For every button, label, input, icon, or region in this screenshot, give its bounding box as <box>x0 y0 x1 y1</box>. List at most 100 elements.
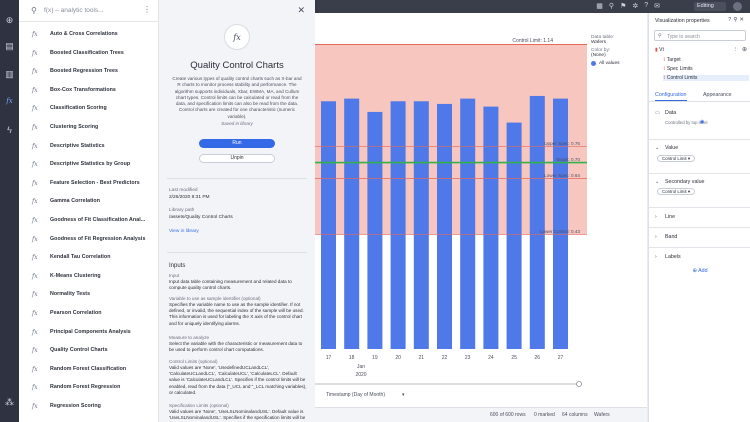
tool-list-item[interactable]: fx K-Means Clustering <box>19 268 159 286</box>
tools-search-bar[interactable]: ⚲ f(x) – analytic tools... ⋮ <box>19 0 159 22</box>
bar[interactable] <box>344 98 360 349</box>
visualization-properties-panel: Visualization properties ?⚲✕ ⚲ Type to s… <box>648 13 750 422</box>
workflow-icon[interactable]: ⁂ <box>3 396 16 409</box>
tool-list-item[interactable]: fx Auto & Cross Correlations <box>19 26 159 44</box>
bar[interactable] <box>460 98 476 349</box>
value-dropdown[interactable]: Control Limit ▾ <box>657 155 696 162</box>
bar[interactable] <box>529 95 545 349</box>
tab-configuration[interactable]: Configuration <box>655 92 687 101</box>
filter-icon[interactable]: ⚲ <box>609 2 614 10</box>
input-description: Input data table containing measurement … <box>169 279 292 291</box>
x-tick-label: 18 <box>349 355 355 361</box>
lightning-icon[interactable]: ϟ <box>3 124 16 137</box>
tool-list-item[interactable]: fx Pearson Correlation <box>19 305 159 323</box>
link-icon[interactable]: ◉ <box>700 119 704 125</box>
x-axis-slider-handle[interactable] <box>576 381 582 387</box>
fx-icon: fx <box>32 124 38 131</box>
table-icon[interactable]: ▦ <box>596 2 603 10</box>
chevron-right-icon[interactable]: › <box>655 254 657 260</box>
tree-root[interactable]: ▮ Vt <box>655 47 664 53</box>
tool-list-item[interactable]: fx Descriptive Statistics <box>19 138 159 156</box>
input-label: Control Limits (optional) <box>169 359 218 364</box>
tree-item-target[interactable]: ⌇ Target <box>663 57 681 63</box>
x-tick-label: 20 <box>395 355 401 361</box>
search-input[interactable]: f(x) – analytic tools... <box>44 7 104 14</box>
more-options-icon[interactable]: ⋮ <box>143 5 151 14</box>
tool-list-item[interactable]: fx Normality Tests <box>19 286 159 304</box>
tool-list-item[interactable]: fx Gamma Correlation <box>19 193 159 211</box>
fx-icon: fx <box>32 161 38 169</box>
properties-search-input[interactable]: Type to search <box>667 34 700 40</box>
properties-search[interactable]: ⚲ Type to search <box>654 30 746 41</box>
tree-item-spec-limits[interactable]: ⌇ Spec Limits <box>663 66 693 72</box>
section-title[interactable]: Band <box>665 234 677 240</box>
notifications-icon[interactable]: ✉ <box>654 2 660 10</box>
tool-list-item[interactable]: fx Box-Cox Transformations <box>19 82 159 100</box>
add-icon[interactable]: ⊕ <box>3 14 16 27</box>
section-line: › Line <box>649 207 750 227</box>
bar[interactable] <box>553 98 568 349</box>
fx-icon: fx <box>32 254 38 262</box>
avatar[interactable] <box>733 2 742 11</box>
analytic-tools-icon[interactable]: fx <box>3 95 16 108</box>
chevron-right-icon[interactable]: › <box>655 234 657 240</box>
help-icon[interactable]: ? <box>644 2 648 10</box>
tool-list-item[interactable]: fx Random Forest Regression <box>19 379 159 397</box>
visualization-icon[interactable]: ▥ <box>3 68 16 81</box>
view-in-library-link[interactable]: View in library <box>169 229 199 234</box>
tool-list-item[interactable]: fx Clustering Scoring <box>19 119 159 137</box>
close-icon[interactable]: ✕ <box>297 5 305 16</box>
add-button[interactable]: ⊕ Add <box>649 268 750 274</box>
gear-icon[interactable]: ✲ <box>632 2 638 10</box>
bar[interactable] <box>390 101 406 349</box>
bar[interactable] <box>483 106 499 349</box>
unpin-button[interactable]: Unpin <box>199 154 275 163</box>
bar[interactable] <box>413 101 429 349</box>
tool-list-item[interactable]: fx Goodness of Fit Classification Anal... <box>19 212 159 230</box>
tool-list-item[interactable]: fx Classification Scoring <box>19 100 159 118</box>
bar[interactable] <box>367 111 383 349</box>
section-title[interactable]: Line <box>665 214 675 220</box>
bar[interactable] <box>437 103 452 349</box>
chevron-down-icon[interactable]: ⌄ <box>655 145 659 151</box>
fx-icon: fx <box>32 198 38 206</box>
chevron-down-icon[interactable]: ⌄ <box>655 179 659 185</box>
x-axis-selector-icon: ▾ <box>402 392 405 398</box>
tool-list-item[interactable]: fx Principal Components Analysis <box>19 324 159 342</box>
line-icon: ⌇ <box>663 75 666 81</box>
tool-list-item[interactable]: fx Boosted Classification Trees <box>19 45 159 63</box>
legend-item[interactable]: All values <box>591 61 645 66</box>
x-group-label: 2020 <box>355 372 366 378</box>
chevron-right-icon[interactable]: › <box>655 214 657 220</box>
row-count: 600 of 600 rows <box>490 412 526 418</box>
tool-list-item[interactable]: fx Regression Scoring <box>19 398 159 416</box>
tab-appearance[interactable]: Appearance <box>703 92 732 98</box>
table-name[interactable]: Wafers <box>594 412 610 418</box>
tool-list-item[interactable]: fx Descriptive Statistics by Group <box>19 156 159 174</box>
close-icon[interactable]: ✕ <box>739 17 746 23</box>
add-layer-icon[interactable]: ⊕ <box>742 46 747 53</box>
tool-list-item[interactable]: fx Goodness of Fit Regression Analysis <box>19 231 159 249</box>
tool-list-item[interactable]: fx Boosted Regression Trees <box>19 63 159 81</box>
tree-item-control-limits[interactable]: ⌇ Control Limits <box>663 75 749 81</box>
data-table-icon[interactable]: ▤ <box>3 40 16 53</box>
editing-mode-dropdown[interactable]: Editing <box>694 2 726 11</box>
secondary-value-dropdown[interactable]: Control Limit ▾ <box>657 188 696 195</box>
tool-label: Quality Control Charts <box>50 347 108 354</box>
tool-list-item[interactable]: fx Quality Control Charts <box>19 342 159 360</box>
control-chart[interactable]: Control Limit: 1.14 17 18 19 20 21 22 23 24 25 26 2… <box>315 13 647 407</box>
section-title[interactable]: Labels <box>665 254 681 260</box>
tool-list-item[interactable]: fx Kendall Tau Correlation <box>19 249 159 267</box>
bookmark-icon[interactable]: ⚑ <box>620 2 626 10</box>
input-description: Valid values are 'None', 'UsedefinedUCLa… <box>169 365 307 395</box>
more-options-icon[interactable]: ⋮ <box>733 47 739 53</box>
bar[interactable] <box>506 122 522 350</box>
run-button[interactable]: Run <box>199 139 275 148</box>
tool-label: Regression Scoring <box>50 403 101 409</box>
section-title[interactable]: Value <box>665 145 678 151</box>
tool-label: Descriptive Statistics by Group <box>50 161 131 168</box>
tool-list-item[interactable]: fx Feature Selection - Best Predictors <box>19 175 159 193</box>
bar[interactable] <box>321 101 336 349</box>
tool-list-item[interactable]: fx Random Forest Classification <box>19 361 159 379</box>
section-title[interactable]: Secondary value <box>665 179 704 185</box>
